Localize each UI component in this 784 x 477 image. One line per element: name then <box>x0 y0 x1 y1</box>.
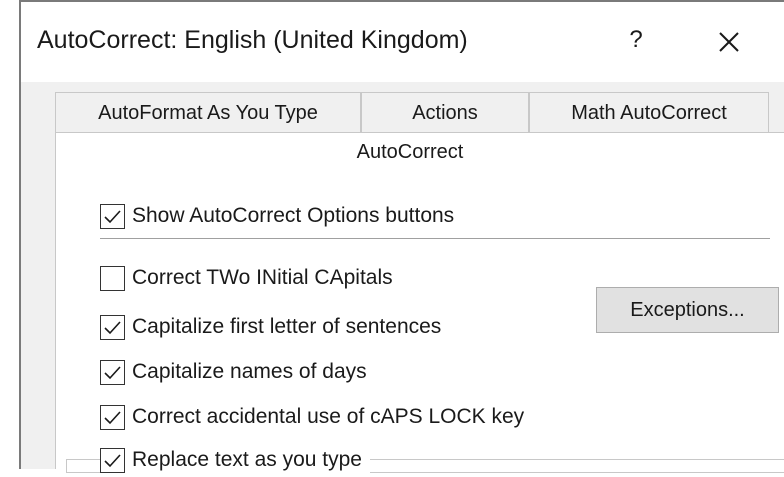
option-show-autocorrect-buttons[interactable]: Show AutoCorrect Options buttons <box>100 199 454 233</box>
checkmark-icon <box>104 209 121 223</box>
checkmark-icon <box>104 320 121 334</box>
checkmark-icon <box>104 410 121 424</box>
option-correct-two-initial-capitals[interactable]: Correct TWo INitial CApitals <box>100 261 393 295</box>
tab-actions[interactable]: Actions <box>361 92 529 132</box>
separator <box>100 238 770 239</box>
tab-math-autocorrect[interactable]: Math AutoCorrect <box>529 92 769 132</box>
autocorrect-tab-panel: AutoCorrect Show AutoCorrect Options but… <box>55 132 784 477</box>
tab-strip: AutoFormat As You Type Actions Math Auto… <box>55 92 784 132</box>
close-icon <box>719 32 739 52</box>
tab-autoformat-as-you-type[interactable]: AutoFormat As You Type <box>55 92 361 132</box>
capitalize-days-label: Capitalize names of days <box>132 360 367 383</box>
option-capitalize-first-letter[interactable]: Capitalize first letter of sentences <box>100 310 441 344</box>
checkmark-icon <box>104 365 121 379</box>
caps-lock-checkbox[interactable] <box>100 404 125 430</box>
two-initial-caps-checkbox[interactable] <box>100 265 125 291</box>
capitalize-first-checkbox[interactable] <box>100 314 125 340</box>
caps-lock-label: Correct accidental use of cAPS LOCK key <box>132 405 525 428</box>
capitalize-first-label: Capitalize first letter of sentences <box>132 315 442 338</box>
tab-autocorrect[interactable]: AutoCorrect <box>290 133 530 171</box>
two-initial-caps-label: Correct TWo INitial CApitals <box>132 266 393 289</box>
option-replace-text-as-you-type[interactable]: Replace text as you type <box>100 443 370 477</box>
capitalize-days-checkbox[interactable] <box>100 359 125 385</box>
help-button[interactable]: ? <box>621 22 651 58</box>
replace-text-label: Replace text as you type <box>132 448 362 471</box>
option-correct-caps-lock[interactable]: Correct accidental use of cAPS LOCK key <box>100 400 524 434</box>
checkmark-icon <box>104 453 121 467</box>
option-capitalize-names-of-days[interactable]: Capitalize names of days <box>100 355 367 389</box>
close-button[interactable] <box>711 24 747 60</box>
title-bar: AutoCorrect: English (United Kingdom) ? <box>21 2 784 82</box>
show-buttons-label: Show AutoCorrect Options buttons <box>132 204 455 227</box>
dialog-title: AutoCorrect: English (United Kingdom) <box>37 26 468 54</box>
show-buttons-checkbox[interactable] <box>100 203 125 229</box>
exceptions-button[interactable]: Exceptions... <box>596 287 779 333</box>
autocorrect-dialog: AutoCorrect: English (United Kingdom) ? … <box>19 0 784 477</box>
